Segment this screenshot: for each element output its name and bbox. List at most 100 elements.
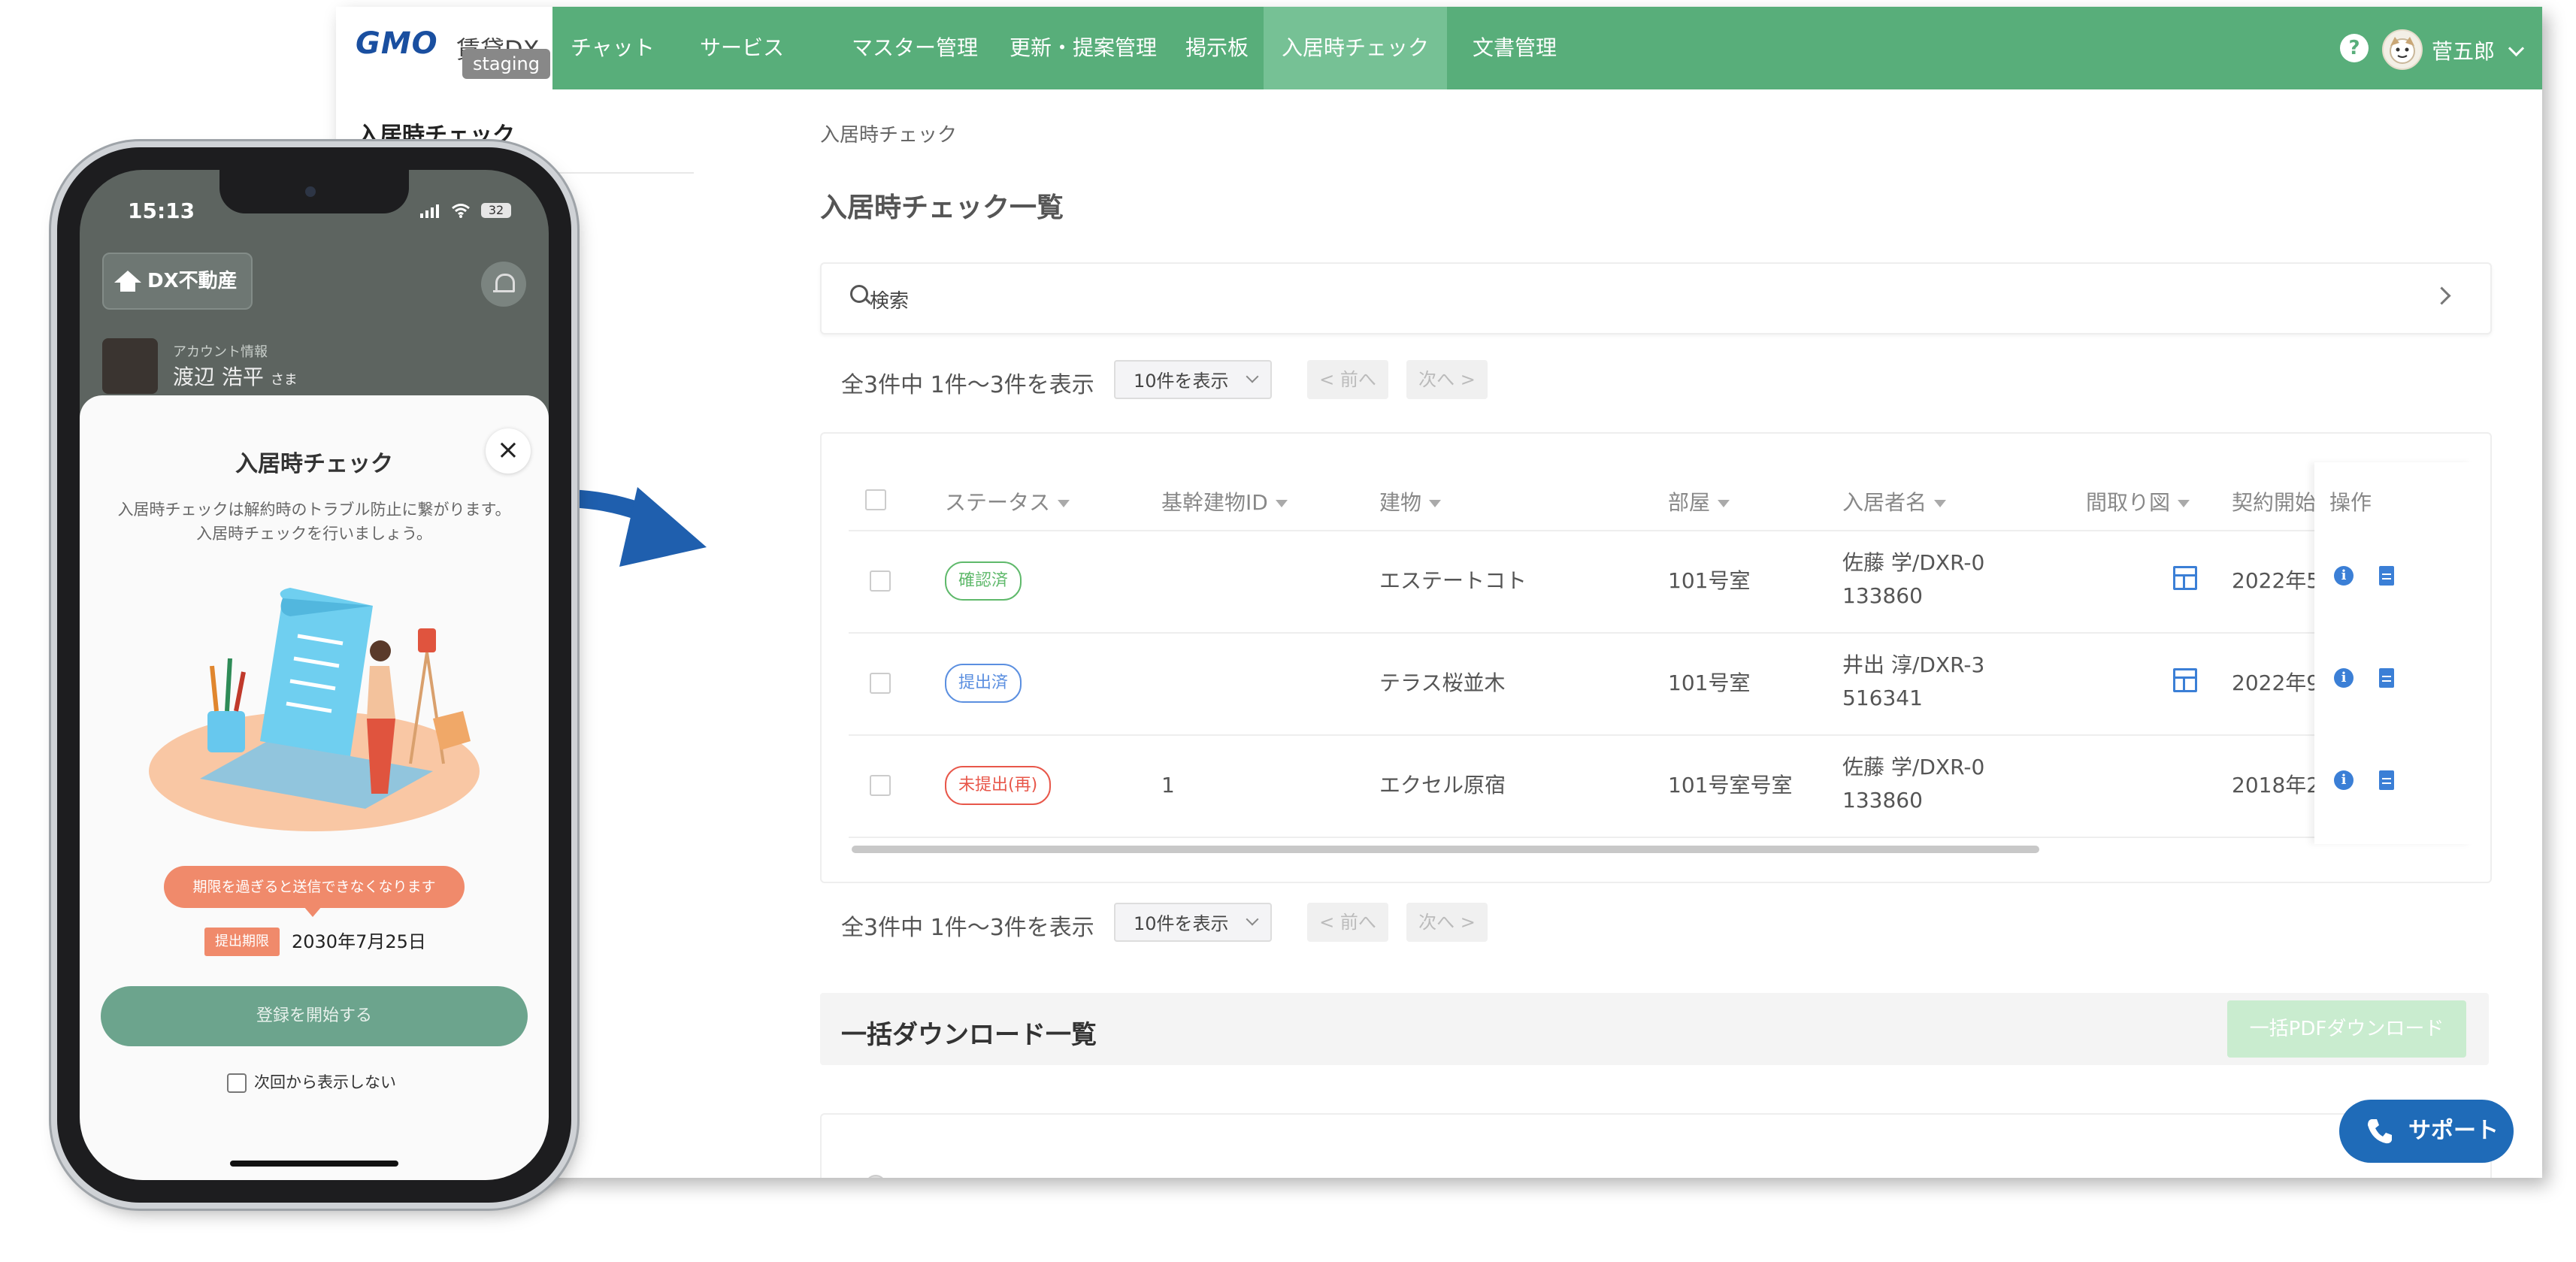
select-all-checkbox[interactable] <box>865 1175 886 1178</box>
column-header-room: 部屋 <box>1668 1175 1710 1178</box>
search-panel[interactable]: 検索 <box>820 262 2492 334</box>
status-bar-time: 15:13 <box>128 198 195 223</box>
row-checkbox[interactable] <box>870 673 891 694</box>
search-label: 検索 <box>870 290 910 313</box>
info-icon[interactable]: i <box>2334 770 2354 790</box>
nav-master-management[interactable]: マスター管理 <box>834 7 996 89</box>
horizontal-scrollbar[interactable] <box>852 846 2039 853</box>
tenant-cell-line1: 井出 淳/DXR-3 <box>1842 652 1985 677</box>
environment-badge: staging <box>462 49 550 79</box>
document-icon[interactable] <box>2379 566 2394 586</box>
signal-icon <box>425 210 429 218</box>
user-name: 菅五郎 <box>2432 39 2496 64</box>
row-checkbox[interactable] <box>870 570 891 592</box>
smartphone-mockup: 15:13 32 DX不動産 アカウント情報 渡辺 浩平 さま × 入居時チェッ… <box>57 147 571 1203</box>
phone-icon <box>2368 1119 2392 1144</box>
room-cell: 101号室号室 <box>1668 773 1793 797</box>
contract-start-cell: 2018年2月 <box>2232 773 2314 797</box>
move-in-check-table: ステータス 基幹建物ID 建物 部屋 入居者名 間取り図 契約開始 確認済 エス… <box>820 432 2492 883</box>
breadcrumb[interactable]: 入居時チェック <box>820 120 957 147</box>
nav-renewal-proposal[interactable]: 更新・提案管理 <box>991 7 1175 89</box>
building-id-cell: 1 <box>1161 773 1175 797</box>
contract-start-cell: 2022年9月 <box>2232 670 2314 695</box>
row-divider <box>849 837 2465 838</box>
bulk-download-title: 一括ダウンロード一覧 <box>841 1020 1097 1050</box>
user-menu[interactable]: 菅五郎 <box>2432 35 2525 65</box>
column-header-building-id[interactable]: 基幹建物ID <box>1161 486 1288 516</box>
column-header-tenant: 入居者名 <box>1842 1175 1927 1178</box>
chevron-down-icon <box>1246 370 1259 383</box>
row-divider <box>849 632 2465 634</box>
per-page-select[interactable]: 10件を表示 <box>1114 903 1272 942</box>
result-count: 全3件中 1件〜3件を表示 <box>841 915 1094 941</box>
bulk-pdf-download-button[interactable]: 一括PDFダウンロード <box>2227 1000 2466 1058</box>
select-all-checkbox[interactable] <box>865 489 886 510</box>
top-navigation-bar: GMO 賃貸DX staging チャット サービス マスター管理 更新・提案管… <box>336 7 2542 89</box>
column-header-contract-start[interactable]: 契約開始 <box>2232 486 2314 516</box>
dont-show-again-checkbox[interactable] <box>227 1073 247 1093</box>
phone-side-button <box>50 425 56 507</box>
column-header-status[interactable]: ステータス <box>945 486 1070 516</box>
chevron-down-icon <box>1246 912 1259 926</box>
row-divider <box>849 530 2465 531</box>
nav-move-in-check[interactable]: 入居時チェック <box>1264 7 1448 89</box>
nav-chat[interactable]: チャット <box>552 7 673 89</box>
dont-show-again-option[interactable]: 次回から表示しない <box>227 1072 396 1093</box>
column-header-building[interactable]: 建物 <box>1379 486 1442 516</box>
tenant-cell-line2: 133860 <box>1842 583 1923 608</box>
prev-page-button[interactable]: < 前へ <box>1307 903 1388 942</box>
help-icon[interactable]: ? <box>2340 34 2369 62</box>
row-checkbox[interactable] <box>870 775 891 796</box>
floor-plan-icon[interactable] <box>2173 668 2197 692</box>
search-icon <box>850 285 868 303</box>
user-avatar[interactable] <box>2382 29 2423 70</box>
next-page-button[interactable]: 次へ > <box>1406 903 1488 942</box>
per-page-select[interactable]: 10件を表示 <box>1114 360 1272 399</box>
start-registration-button[interactable]: 登録を開始する <box>101 986 528 1046</box>
account-name-text: 渡辺 浩平 <box>173 365 264 389</box>
home-indicator[interactable] <box>230 1161 398 1167</box>
modal-description-line: 入居時チェックは解約時のトラブル防止に繋がります。 <box>117 501 511 519</box>
checklist-illustration-icon <box>149 588 480 831</box>
brand-logo[interactable]: DX不動産 <box>102 253 253 310</box>
bell-icon[interactable] <box>481 262 526 307</box>
modal-title: 入居時チェック <box>235 451 393 477</box>
status-badge: 提出済 <box>945 664 1022 703</box>
modal-description: 入居時チェックは解約時のトラブル防止に繋がります。 入居時チェックを行いましょう… <box>95 498 534 546</box>
nav-document-management[interactable]: 文書管理 <box>1454 7 1575 89</box>
bulk-table-header: ステータス 基幹建物ID 建物 部屋 入居者名 間取り図 契約開始 操作 <box>822 1166 2490 1178</box>
sort-caret-icon <box>2178 500 2190 507</box>
column-header-label: ステータス <box>945 490 1051 515</box>
camera-icon <box>305 186 316 197</box>
signal-icon <box>431 207 434 218</box>
chevron-right-icon[interactable] <box>2432 286 2451 305</box>
info-icon[interactable]: i <box>2334 566 2354 586</box>
column-header-room[interactable]: 部屋 <box>1668 486 1730 516</box>
prev-page-button[interactable]: < 前へ <box>1307 360 1388 399</box>
room-cell: 101号室 <box>1668 670 1751 695</box>
column-header-label: 入居者名 <box>1842 490 1927 515</box>
main-content: 入居時チェック 入居時チェック一覧 検索 全3件中 1件〜3件を表示 10件を表… <box>694 89 2542 1178</box>
document-icon[interactable] <box>2379 770 2394 790</box>
status-badge: 確認済 <box>945 561 1022 601</box>
nav-services[interactable]: サービス <box>682 7 802 89</box>
account-label: アカウント情報 <box>173 344 268 360</box>
next-page-button[interactable]: 次へ > <box>1406 360 1488 399</box>
room-cell: 101号室 <box>1668 568 1751 593</box>
sort-caret-icon <box>1275 500 1288 507</box>
operations-column: 操作 i i i <box>2314 462 2472 844</box>
document-icon[interactable] <box>2379 668 2394 688</box>
column-header-tenant[interactable]: 入居者名 <box>1842 486 1947 516</box>
signal-icon <box>436 204 440 218</box>
nav-bulletin-board[interactable]: 掲示板 <box>1167 7 1267 89</box>
brand-name: DX不動産 <box>147 270 238 292</box>
floor-plan-icon[interactable] <box>2173 566 2197 590</box>
logo[interactable]: GMO 賃貸DX staging <box>336 7 552 89</box>
status-badge: 未提出(再) <box>945 766 1052 805</box>
column-header-building-id: 基幹建物ID <box>1161 1175 1268 1178</box>
info-icon[interactable]: i <box>2334 668 2354 688</box>
support-button[interactable]: サポート <box>2339 1100 2514 1163</box>
building-cell: エステートコト <box>1379 568 1527 593</box>
column-header-floor-plan[interactable]: 間取り図 <box>2086 486 2190 516</box>
tenant-cell-line1: 佐藤 学/DXR-0 <box>1842 550 1985 575</box>
